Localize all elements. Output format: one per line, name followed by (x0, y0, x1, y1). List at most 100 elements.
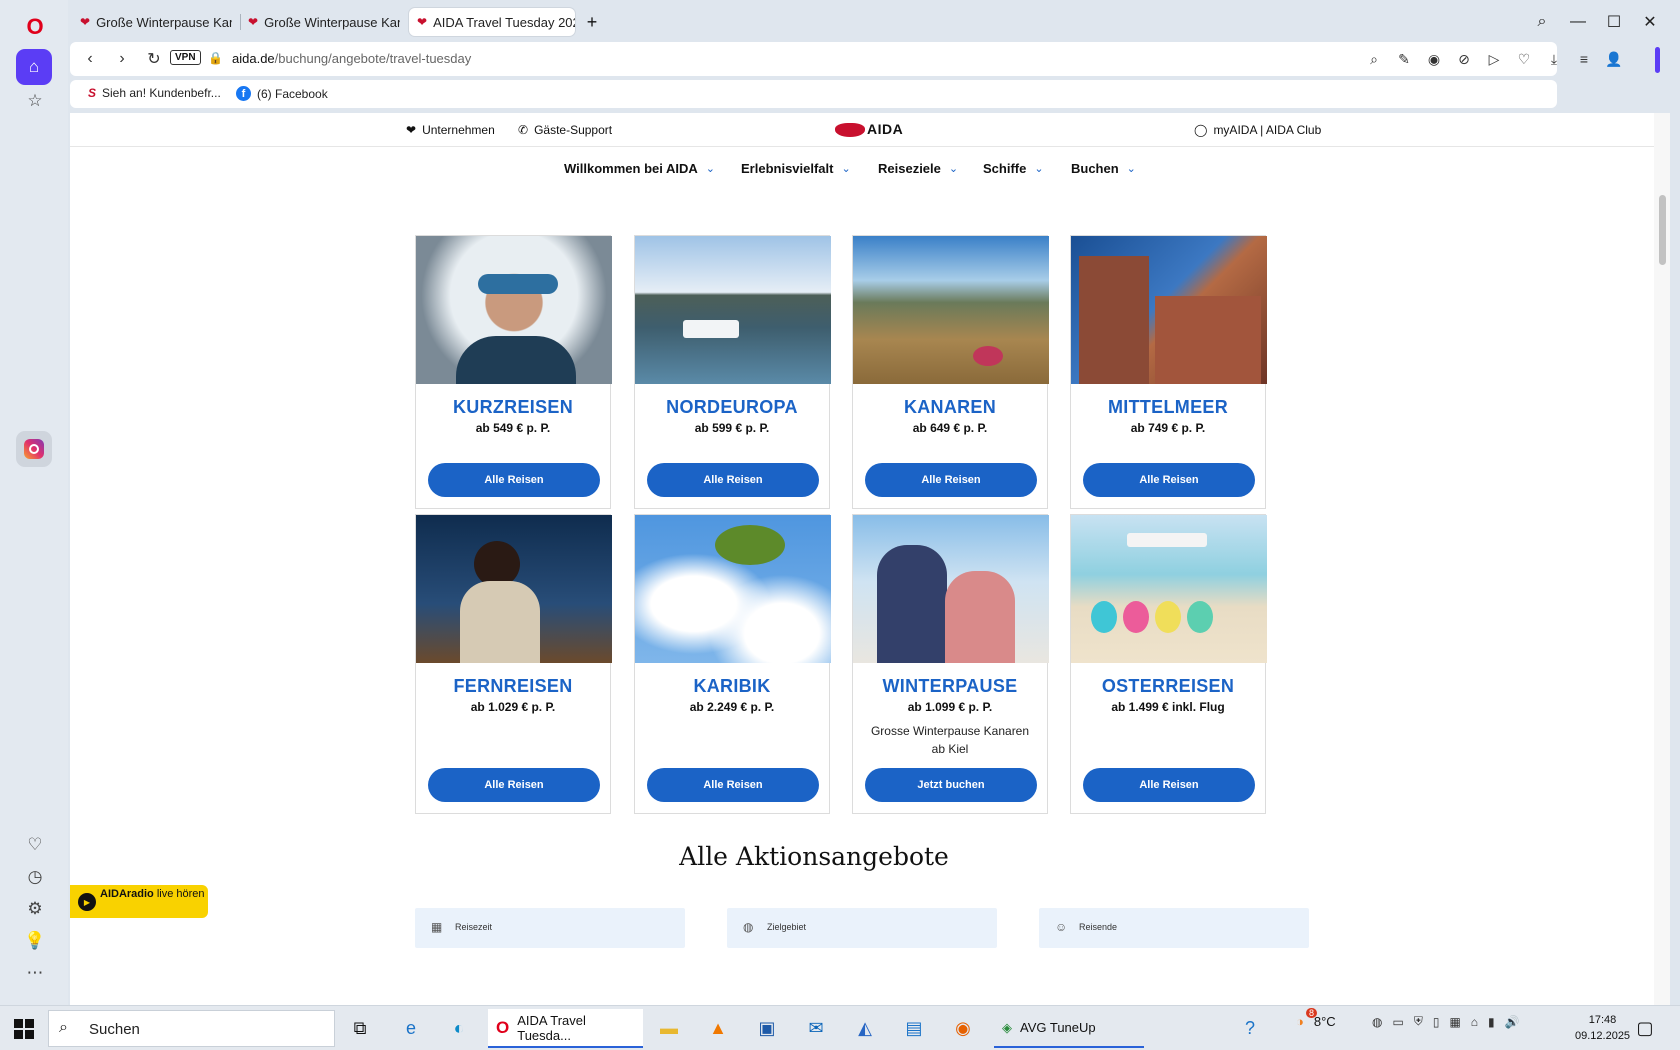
section-title: Alle Aktionsangebote (679, 842, 949, 871)
speed-dial-star-icon[interactable]: ☆ (22, 88, 48, 114)
norton-icon[interactable]: ◍ (1372, 1015, 1382, 1029)
home-icon[interactable]: ⌂ (16, 49, 52, 85)
chevron-down-icon: ⌄ (1034, 163, 1044, 175)
calendar-icon: ▦ (431, 920, 443, 934)
battery-icon[interactable]: ▮ (1488, 1015, 1495, 1029)
page-scrollbar[interactable] (1654, 113, 1670, 1005)
bookmark-siehan[interactable]: S Sieh an! Kundenbefr... (88, 86, 221, 100)
lock-icon[interactable]: 🔒 (208, 51, 223, 65)
lightbulb-icon[interactable]: 💡 (22, 928, 48, 954)
filter-reisende[interactable]: ☺ Reisende (1039, 908, 1309, 948)
alle-reisen-button[interactable]: Alle Reisen (428, 463, 600, 497)
jetzt-buchen-button[interactable]: Jetzt buchen (865, 768, 1037, 802)
siehan-favicon-icon: S (88, 86, 97, 100)
play-icon[interactable]: ▶ (78, 893, 96, 911)
reload-icon[interactable]: ↻ (142, 47, 166, 71)
heart-icon[interactable]: ♡ (1513, 48, 1535, 70)
aida-favicon-icon: ❤ (80, 15, 91, 29)
aidaradio-badge[interactable]: ▶ AIDAradio live hören (70, 885, 208, 918)
more-dots-icon[interactable]: ⋯ (22, 960, 48, 986)
page-viewport: ❤ Unternehmen ✆ Gäste-Support AIDA ◯ myA… (70, 113, 1670, 1005)
minimize-icon[interactable]: — (1563, 8, 1593, 36)
calculator-icon[interactable]: ▤ (899, 1013, 929, 1043)
tab-2[interactable]: ❤ Große Winterpause Kanar (240, 8, 400, 36)
nav-schiffe[interactable]: Schiffe ⌄ (983, 161, 1044, 176)
power-icon[interactable]: ▯ (1433, 1015, 1440, 1029)
weather-widget[interactable]: ◑ 8 8°C (1296, 1008, 1336, 1029)
opera-logo-icon[interactable]: O (22, 14, 48, 40)
app-icon[interactable]: ◭ (850, 1013, 880, 1043)
alle-reisen-button[interactable]: Alle Reisen (1083, 768, 1255, 802)
filter-zielgebiet[interactable]: ◍ Zielgebiet (727, 908, 997, 948)
camera-tray-icon[interactable]: ▭ (1392, 1015, 1403, 1029)
taskbar-avg-app[interactable]: ◈ AVG TuneUp (994, 1009, 1144, 1048)
profile-icon[interactable]: 👤 (1603, 48, 1625, 70)
vpn-badge[interactable]: VPN (170, 50, 201, 65)
wifi-icon[interactable]: ⌂ (1471, 1015, 1478, 1029)
opera-icon: O (496, 1017, 510, 1037)
url-field[interactable]: aida.de/buchung/angebote/travel-tuesday (232, 51, 471, 66)
filter-reisezeit[interactable]: ▦ Reisezeit (415, 908, 685, 948)
help-icon[interactable]: ? (1235, 1013, 1265, 1043)
send-icon[interactable]: ▷ (1483, 48, 1505, 70)
taskbar-opera-app[interactable]: O AIDA Travel Tuesda... (488, 1009, 643, 1048)
network-icon[interactable]: ▦ (1449, 1015, 1460, 1029)
account-link[interactable]: ◯ myAIDA | AIDA Club (1194, 123, 1321, 137)
windows-start-icon[interactable] (14, 1019, 34, 1039)
forward-icon[interactable]: › (110, 47, 134, 71)
tab-active[interactable]: ❤ AIDA Travel Tuesday 2025 (409, 8, 575, 36)
tab-1[interactable]: ❤ Große Winterpause Kanar (72, 8, 232, 36)
card-kanaren: KANAREN ab 649 € p. P. Alle Reisen (852, 235, 1049, 509)
nav-erlebnisvielfalt[interactable]: Erlebnisvielfalt ⌄ (741, 161, 851, 176)
card-karibik: KARIBIK ab 2.249 € p. P. Alle Reisen (634, 514, 831, 814)
task-view-icon[interactable]: ⧉ (345, 1013, 375, 1043)
history-icon[interactable]: ◷ (22, 864, 48, 890)
bookmark-facebook[interactable]: f (6) Facebook (236, 86, 328, 101)
card-winterpause: WINTERPAUSE ab 1.099 € p. P. Grosse Wint… (852, 514, 1049, 814)
back-icon[interactable]: ‹ (78, 47, 102, 71)
camera-icon[interactable]: ◉ (1423, 48, 1445, 70)
page-search-icon[interactable]: ⌕ (1363, 48, 1385, 70)
aida-logo[interactable]: AIDA (835, 121, 903, 137)
outlook-icon[interactable]: ✉ (801, 1013, 831, 1043)
shield-icon[interactable]: ⛨ (1414, 1014, 1423, 1029)
store-icon[interactable]: ▣ (752, 1013, 782, 1043)
settings-gear-icon[interactable]: ⚙ (22, 896, 48, 922)
card-image (635, 515, 831, 663)
notifications-icon[interactable]: ▢ (1630, 1013, 1660, 1043)
card-nordeuropa: NORDEUROPA ab 599 € p. P. Alle Reisen (634, 235, 831, 509)
chevron-down-icon: ⌄ (705, 163, 715, 175)
alle-reisen-button[interactable]: Alle Reisen (428, 768, 600, 802)
alle-reisen-button[interactable]: Alle Reisen (865, 463, 1037, 497)
system-tray: ◍ ▭ ⛨ ▯ ▦ ⌂ ▮ 🔊 (1372, 1014, 1520, 1029)
taskbar-search[interactable]: ⌕ Suchen (48, 1010, 335, 1047)
instagram-icon[interactable] (16, 431, 52, 467)
internet-explorer-icon[interactable]: e (396, 1013, 426, 1043)
vlc-icon[interactable]: ▲ (703, 1013, 733, 1043)
nav-reiseziele[interactable]: Reiseziele ⌄ (878, 161, 958, 176)
alle-reisen-button[interactable]: Alle Reisen (647, 768, 819, 802)
close-window-icon[interactable]: ✕ (1635, 8, 1665, 36)
edge-icon[interactable]: ◐ (444, 1013, 474, 1043)
alle-reisen-button[interactable]: Alle Reisen (647, 463, 819, 497)
speaker-icon[interactable]: 🔊 (1505, 1015, 1520, 1029)
search-tabs-icon[interactable]: ⌕ (1527, 8, 1557, 36)
aida-favicon-icon: ❤ (417, 15, 428, 29)
clock[interactable]: 17:48 09.12.2025 (1575, 1012, 1630, 1044)
maximize-icon[interactable]: ☐ (1599, 8, 1629, 36)
edit-icon[interactable]: ✎ (1393, 48, 1415, 70)
company-link[interactable]: ❤ Unternehmen (406, 123, 495, 137)
new-tab-button[interactable]: + (580, 10, 604, 34)
adblock-icon[interactable]: ⊘ (1453, 48, 1475, 70)
support-link[interactable]: ✆ Gäste-Support (518, 123, 612, 137)
card-image (635, 236, 831, 384)
heart-icon[interactable]: ♡ (22, 832, 48, 858)
nav-buchen[interactable]: Buchen ⌄ (1071, 161, 1136, 176)
scroll-thumb[interactable] (1659, 195, 1666, 265)
nav-willkommen[interactable]: Willkommen bei AIDA ⌄ (564, 161, 715, 176)
firefox-icon[interactable]: ◉ (948, 1013, 978, 1043)
file-explorer-icon[interactable]: ▬ (654, 1013, 684, 1043)
download-icon[interactable]: ⤓ (1543, 48, 1565, 70)
alle-reisen-button[interactable]: Alle Reisen (1083, 463, 1255, 497)
easy-setup-icon[interactable]: ≡ (1573, 48, 1595, 70)
